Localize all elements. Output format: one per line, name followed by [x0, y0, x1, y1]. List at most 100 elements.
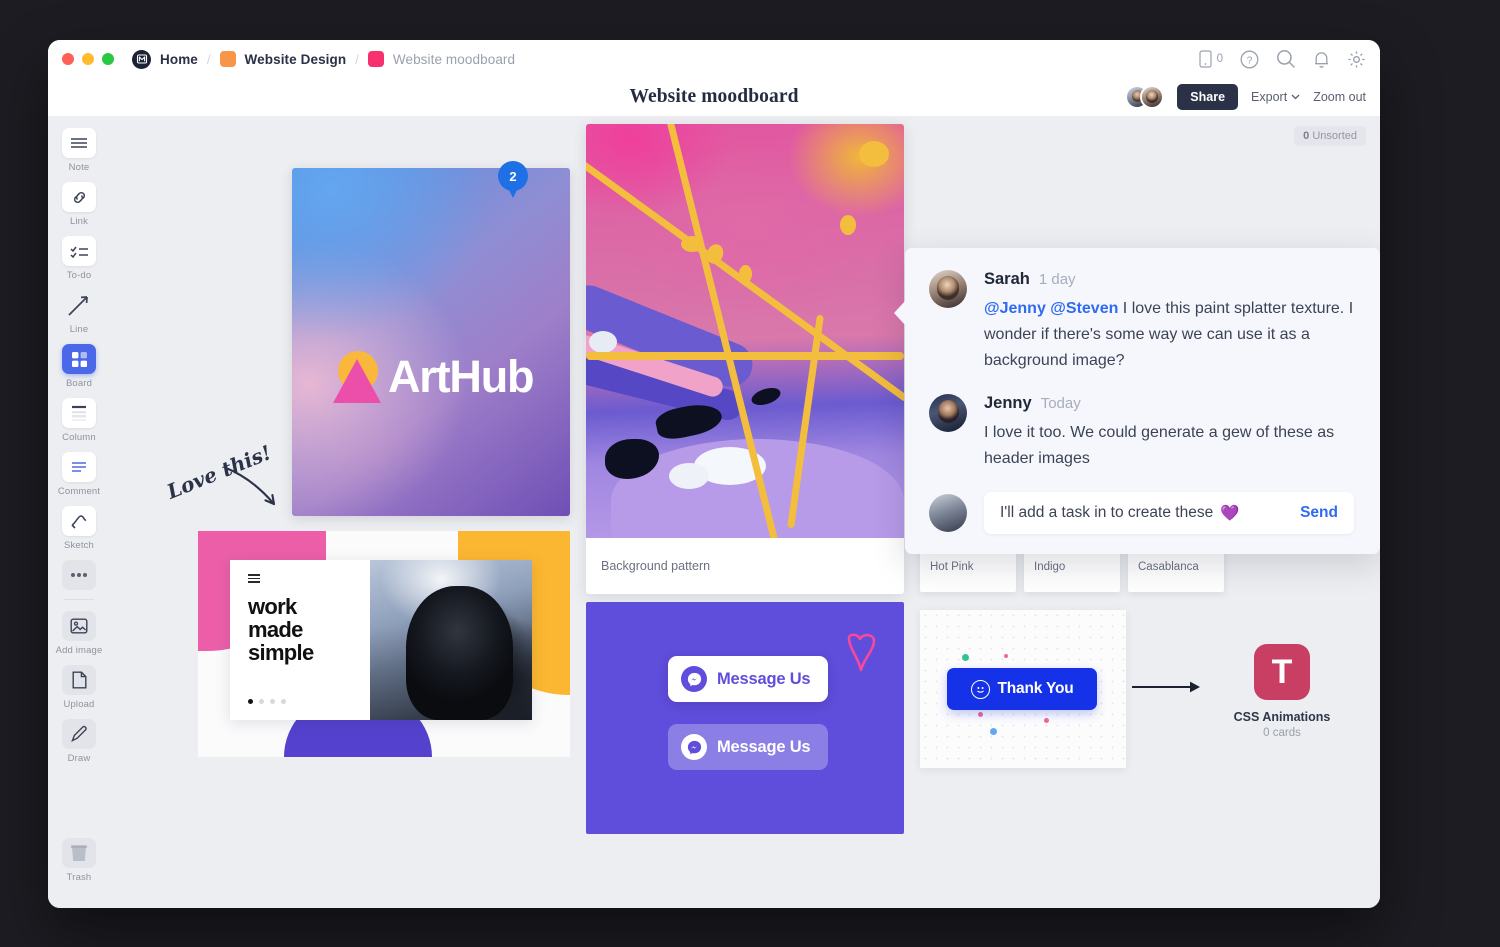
- pencil-icon: [62, 719, 96, 749]
- page-title: Website moodboard: [629, 86, 799, 107]
- export-menu[interactable]: Export: [1251, 90, 1300, 104]
- sidebar-item-label: Line: [69, 324, 89, 335]
- popover-arrow: [894, 300, 906, 326]
- connector-arrow-icon: [1132, 681, 1200, 693]
- sidebar-item-line[interactable]: Line: [48, 290, 110, 335]
- reply-input[interactable]: I'll add a task in to create these 💜: [1000, 504, 1300, 523]
- comment-thread-item: Sarah 1 day @Jenny @Steven I love this p…: [929, 270, 1354, 374]
- carousel-dot[interactable]: [281, 699, 286, 704]
- gear-icon[interactable]: [1347, 50, 1366, 69]
- milanote-logo-icon[interactable]: [132, 49, 151, 69]
- note-icon: [62, 128, 96, 158]
- thank-you-card[interactable]: Thank You: [920, 610, 1126, 768]
- minimize-window-button[interactable]: [82, 53, 94, 65]
- reply-input-wrapper[interactable]: I'll add a task in to create these 💜 Sen…: [984, 492, 1354, 534]
- handwritten-annotation: Love this!: [162, 438, 292, 508]
- trash-label: Trash: [66, 872, 92, 883]
- carousel-dots[interactable]: [248, 699, 286, 704]
- avatar[interactable]: [929, 270, 967, 308]
- comment-popover[interactable]: Sarah 1 day @Jenny @Steven I love this p…: [894, 248, 1380, 554]
- link-icon: [62, 182, 96, 212]
- background-pattern-card[interactable]: Background pattern: [586, 124, 904, 594]
- comment-author: Sarah: [984, 270, 1030, 288]
- button-label: Message Us: [717, 669, 811, 688]
- sketch-icon: [62, 506, 96, 536]
- sidebar-item-label: Add image: [55, 645, 103, 656]
- sidebar-item-more[interactable]: [48, 560, 110, 590]
- message-us-button-translucent[interactable]: Message Us: [668, 724, 829, 770]
- work-made-simple-card[interactable]: work made simple: [198, 531, 570, 757]
- sidebar-item-board[interactable]: Board: [48, 344, 110, 389]
- avatar[interactable]: [929, 494, 967, 532]
- thank-you-button[interactable]: Thank You: [947, 668, 1097, 710]
- close-window-button[interactable]: [62, 53, 74, 65]
- board-initial-icon: T: [1254, 644, 1310, 700]
- bell-icon[interactable]: [1313, 50, 1330, 69]
- headline-text: work made simple: [248, 593, 314, 665]
- window-controls[interactable]: [62, 53, 114, 65]
- arthub-image-card[interactable]: ArtHub: [292, 168, 570, 516]
- carousel-dot-active[interactable]: [248, 699, 253, 704]
- board-header: Website moodboard Share Export Zoom out: [48, 78, 1380, 116]
- breadcrumb-separator: /: [206, 51, 211, 67]
- comment-timestamp: Today: [1040, 395, 1081, 412]
- sidebar-item-link[interactable]: Link: [48, 182, 110, 227]
- message-us-button-light[interactable]: Message Us: [668, 656, 829, 702]
- trash-icon: [62, 838, 96, 868]
- board-canvas[interactable]: 0 Unsorted ArtHub Love this! work made s…: [110, 116, 1380, 908]
- sidebar-item-label: Note: [68, 162, 90, 173]
- sidebar-item-column[interactable]: Column: [48, 398, 110, 443]
- collaborator-avatars[interactable]: [1125, 85, 1165, 109]
- carousel-dot[interactable]: [259, 699, 264, 704]
- sidebar-item-add-image[interactable]: Add image: [48, 611, 110, 656]
- maximize-window-button[interactable]: [102, 53, 114, 65]
- help-icon[interactable]: ?: [1240, 50, 1259, 69]
- comment-body: @Jenny @Steven I love this paint splatte…: [984, 296, 1354, 374]
- sidebar-item-sketch[interactable]: Sketch: [48, 506, 110, 551]
- unsorted-badge[interactable]: 0 Unsorted: [1294, 126, 1366, 146]
- inner-website-card: work made simple: [230, 560, 532, 720]
- sidebar-item-label: Comment: [57, 486, 101, 497]
- breadcrumb-separator: /: [355, 51, 359, 67]
- sidebar-item-comment[interactable]: Comment: [48, 452, 110, 497]
- hamburger-icon[interactable]: [248, 574, 260, 583]
- comment-timestamp: 1 day: [1038, 271, 1076, 288]
- trash-button[interactable]: Trash: [48, 838, 110, 883]
- sidebar-item-label: Link: [69, 216, 89, 227]
- sidebar-item-label: Board: [65, 378, 93, 389]
- svg-text:?: ?: [1247, 54, 1253, 66]
- share-button[interactable]: Share: [1177, 84, 1239, 110]
- avatar[interactable]: [1140, 85, 1165, 109]
- sidebar-item-note[interactable]: Note: [48, 128, 110, 173]
- linked-board-css-animations[interactable]: T CSS Animations 0 cards: [1204, 644, 1360, 739]
- comment-pin-marker[interactable]: 2: [498, 161, 528, 199]
- messenger-buttons-card[interactable]: Message Us Message Us: [586, 602, 904, 834]
- todo-icon: [62, 236, 96, 266]
- avatar[interactable]: [929, 394, 967, 432]
- board-grid-icon: [62, 344, 96, 374]
- window-titlebar: Home / Website Design / Website moodboar…: [48, 40, 1380, 78]
- comment-thread-item: Jenny Today I love it too. We could gene…: [929, 394, 1354, 472]
- sidebar-item-upload[interactable]: Upload: [48, 665, 110, 710]
- paint-splatter-image: [586, 124, 904, 538]
- breadcrumb-item-home[interactable]: Home: [160, 52, 198, 67]
- breadcrumb-item-website-design[interactable]: Website Design: [245, 52, 347, 67]
- send-button[interactable]: Send: [1300, 504, 1338, 522]
- handwritten-arrow-icon: [224, 466, 276, 506]
- board-swatch-icon: [219, 51, 236, 67]
- smiley-icon: [970, 679, 990, 699]
- sidebar-item-label: Column: [62, 432, 96, 443]
- search-icon[interactable]: [1276, 49, 1296, 69]
- comment-body: I love it too. We could generate a gew o…: [984, 424, 1335, 467]
- sidebar-item-draw[interactable]: Draw: [48, 719, 110, 764]
- sidebar-item-todo[interactable]: To-do: [48, 236, 110, 281]
- carousel-dot[interactable]: [270, 699, 275, 704]
- column-icon: [62, 398, 96, 428]
- sidebar-divider: [64, 599, 94, 600]
- comment-mentions[interactable]: @Jenny @Steven: [984, 300, 1118, 317]
- board-card-count: 0 cards: [1263, 727, 1301, 739]
- mobile-icon[interactable]: 0: [1198, 50, 1223, 68]
- arthub-brand-text: ArtHub: [388, 351, 534, 402]
- titlebar-actions: 0 ?: [1198, 40, 1366, 78]
- zoom-out-button[interactable]: Zoom out: [1313, 90, 1366, 104]
